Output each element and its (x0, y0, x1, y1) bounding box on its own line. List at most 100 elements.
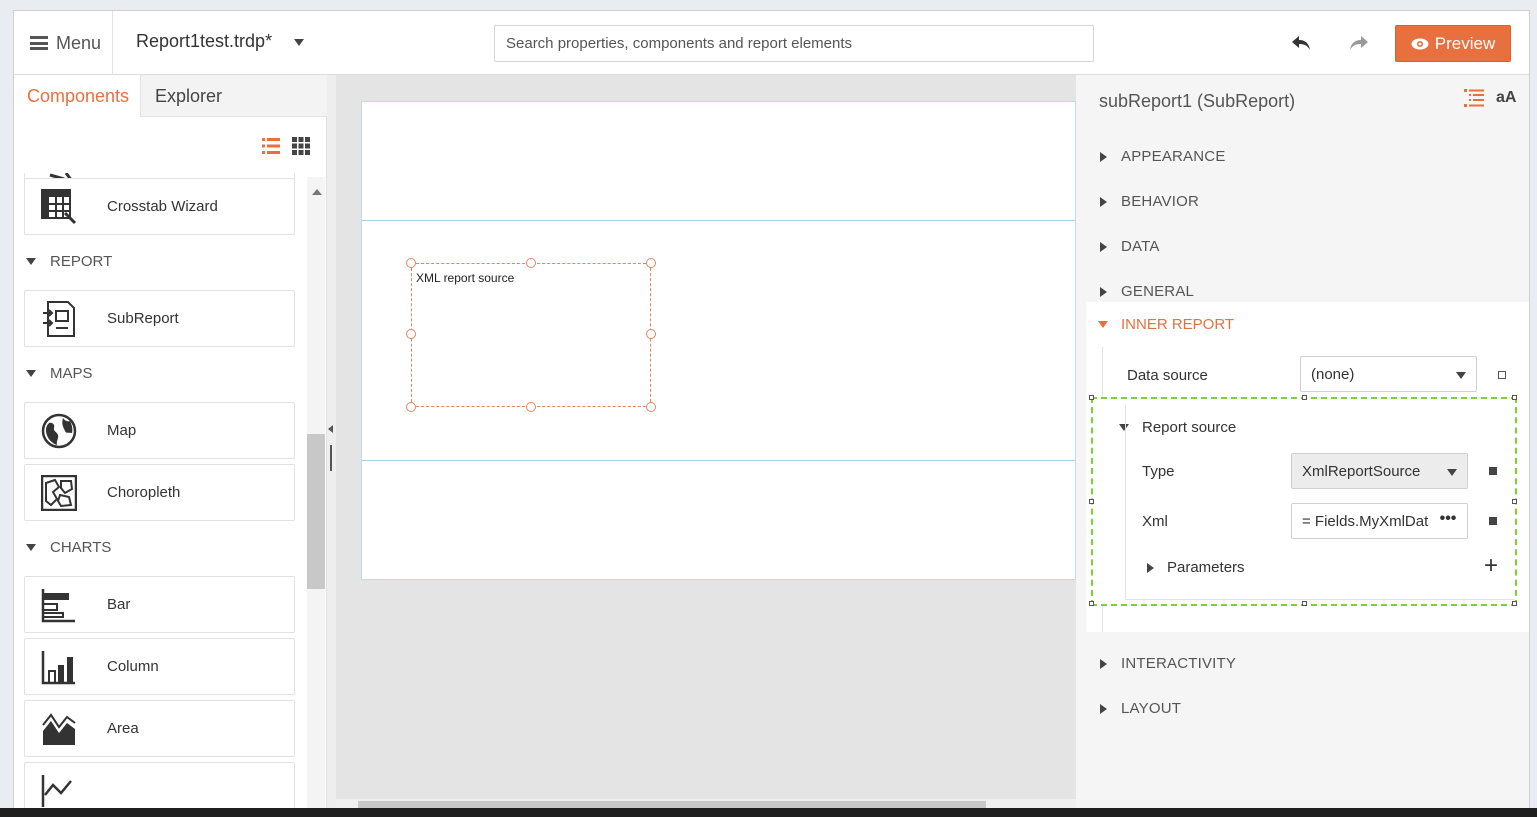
band-separator (362, 460, 1076, 461)
preview-button[interactable]: Preview (1395, 25, 1511, 62)
parameters-header[interactable]: Parameters (1147, 559, 1245, 576)
value-set-icon[interactable] (1489, 467, 1497, 475)
list-item-area[interactable]: Area (24, 700, 295, 757)
categorized-view-icon[interactable] (1464, 89, 1484, 107)
data-source-value: (none) (1311, 365, 1355, 383)
category-charts[interactable]: CHARTS (24, 532, 295, 562)
item-label: Choropleth (107, 484, 181, 501)
selection-handle (1512, 395, 1517, 400)
resize-handle[interactable] (526, 402, 536, 412)
collapse-icon (26, 257, 36, 265)
chevron-down-icon (1447, 469, 1457, 476)
selection-handle (1302, 395, 1307, 400)
view-toggle (262, 137, 310, 155)
properties-panel: subReport1 (SubReport) aA APPEARANCE BEH… (1076, 75, 1529, 811)
section-label: LAYOUT (1121, 700, 1182, 717)
category-label: MAPS (50, 364, 93, 382)
item-label: Area (107, 720, 139, 737)
expand-icon (1100, 658, 1107, 669)
document-title[interactable]: Report1test.trdp* (136, 31, 272, 52)
report-page[interactable]: XML report source (361, 101, 1076, 580)
type-dropdown[interactable]: XmlReportSource (1291, 453, 1468, 489)
category-label: REPORT (50, 252, 113, 270)
resize-handle[interactable] (646, 402, 656, 412)
grid-view-icon[interactable] (292, 137, 310, 155)
expand-icon (1147, 562, 1154, 573)
section-inner-report[interactable]: INNER REPORT (1086, 302, 1234, 347)
components-panel: Components Explorer Crosstab Wizard REPO… (14, 75, 327, 811)
section-label: BEHAVIOR (1121, 193, 1200, 210)
list-item-map[interactable]: Map (24, 402, 295, 459)
tab-explorer[interactable]: Explorer (142, 75, 235, 117)
section-appearance[interactable]: APPEARANCE (1086, 134, 1529, 179)
left-splitter[interactable] (327, 75, 336, 811)
alphabetical-view-toggle[interactable]: aA (1496, 89, 1516, 107)
item-label: Map (107, 422, 137, 439)
category-report[interactable]: REPORT (24, 246, 295, 276)
reset-value-icon[interactable] (1498, 371, 1506, 379)
choropleth-icon (40, 474, 78, 512)
chevron-down-icon[interactable] (294, 39, 304, 46)
panel-tabs: Components Explorer (14, 75, 327, 117)
list-item-crosstab-wizard[interactable]: Crosstab Wizard (24, 178, 295, 235)
xml-value: = Fields.MyXmlData (1302, 512, 1437, 530)
item-label: Crosstab Wizard (107, 198, 218, 215)
category-maps[interactable]: MAPS (24, 358, 295, 388)
tab-components[interactable]: Components (14, 75, 141, 117)
scroll-up-icon[interactable] (312, 189, 322, 195)
line-chart-icon (40, 772, 78, 810)
collapse-left-icon[interactable] (328, 425, 333, 433)
components-scrollbar[interactable] (307, 177, 325, 811)
design-canvas[interactable]: XML report source (336, 75, 1076, 811)
preview-label: Preview (1434, 33, 1496, 53)
selection-handle (1089, 395, 1094, 400)
globe-icon (40, 412, 78, 450)
resize-handle[interactable] (406, 329, 416, 339)
more-options-icon[interactable]: ••• (1429, 504, 1467, 538)
section-layout[interactable]: LAYOUT (1086, 686, 1529, 731)
list-item-subreport[interactable]: SubReport (24, 290, 295, 347)
subreport-icon (40, 300, 78, 338)
section-data[interactable]: DATA (1086, 224, 1529, 269)
resize-handle[interactable] (526, 258, 536, 268)
section-interactivity[interactable]: INTERACTIVITY (1086, 641, 1529, 686)
bar-chart-icon (40, 586, 78, 624)
top-toolbar: Menu Report1test.trdp* Preview (14, 11, 1529, 75)
resize-handle[interactable] (646, 329, 656, 339)
list-item-bar[interactable]: Bar (24, 576, 295, 633)
xml-label: Xml (1142, 513, 1168, 530)
value-set-icon[interactable] (1489, 517, 1497, 525)
subreport-item[interactable]: XML report source (411, 263, 651, 407)
expand-icon (1100, 151, 1107, 162)
menu-label: Menu (56, 32, 102, 53)
resize-handle[interactable] (646, 258, 656, 268)
search-input[interactable] (494, 25, 1094, 62)
list-item-column[interactable]: Column (24, 638, 295, 695)
list-view-icon[interactable] (262, 137, 280, 155)
splitter-grip[interactable] (330, 445, 332, 471)
type-value: XmlReportSource (1302, 462, 1421, 480)
add-parameter-icon[interactable]: + (1484, 554, 1498, 578)
properties-title: subReport1 (SubReport) (1099, 91, 1296, 111)
list-item-partial-bottom[interactable] (24, 762, 295, 811)
section-behavior[interactable]: BEHAVIOR (1086, 179, 1529, 224)
data-source-dropdown[interactable]: (none) (1300, 356, 1477, 392)
scrollbar-thumb[interactable] (307, 434, 325, 589)
menu-button[interactable]: Menu (14, 11, 113, 75)
section-label: INNER REPORT (1121, 316, 1235, 333)
xml-input[interactable]: = Fields.MyXmlData ••• (1291, 503, 1468, 539)
redo-icon[interactable] (1347, 31, 1371, 55)
resize-handle[interactable] (406, 402, 416, 412)
selection-handle (1089, 499, 1094, 504)
column-chart-icon (40, 648, 78, 686)
resize-handle[interactable] (406, 258, 416, 268)
report-designer-window: Menu Report1test.trdp* Preview Component… (13, 10, 1530, 812)
list-item-choropleth[interactable]: Choropleth (24, 464, 295, 521)
hamburger-icon (30, 36, 48, 50)
taskbar-strip (0, 808, 1537, 817)
expand-icon (1100, 241, 1107, 252)
area-chart-icon (40, 710, 78, 748)
item-label: SubReport (107, 310, 179, 327)
undo-icon[interactable] (1289, 31, 1313, 55)
selection-handle (1089, 601, 1094, 606)
